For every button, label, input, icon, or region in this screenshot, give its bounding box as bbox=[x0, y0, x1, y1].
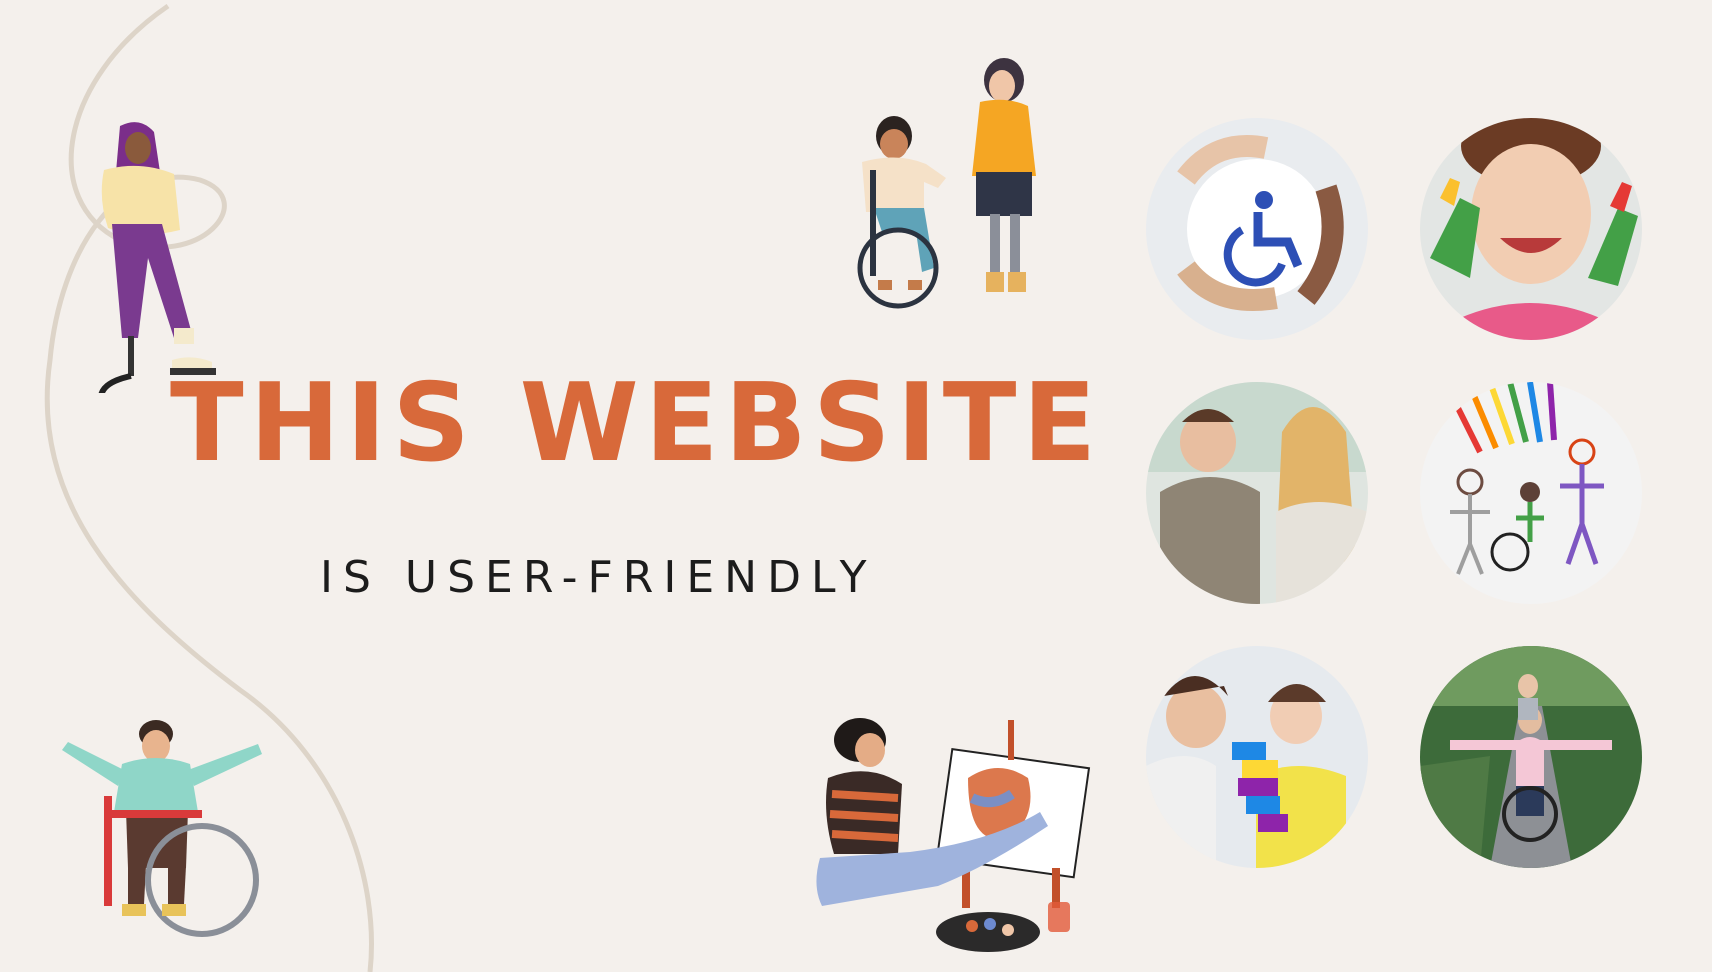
child-drawing-crayons-photo bbox=[1420, 382, 1642, 604]
wheelchair-user-arms-raised-icon bbox=[62, 720, 262, 937]
child-painted-hands-photo bbox=[1420, 118, 1642, 340]
slide-canvas: THIS WEBSITE IS USER-FRIENDLY bbox=[0, 0, 1712, 972]
man-wheelchair-road-photo bbox=[1420, 646, 1642, 868]
boy-wheelchair-with-woman-photo bbox=[1146, 382, 1368, 604]
slide-title: THIS WEBSITE bbox=[170, 361, 1103, 486]
slide-subtitle: IS USER-FRIENDLY bbox=[320, 552, 877, 603]
wheelchair-user-holding-hands-icon bbox=[857, 58, 1036, 309]
accessibility-hands-symbol-photo bbox=[1146, 118, 1368, 340]
woman-painting-on-easel-icon bbox=[816, 718, 1091, 952]
girl-building-blocks-photo bbox=[1146, 646, 1368, 868]
woman-with-prosthetic-leg-icon bbox=[98, 122, 216, 393]
